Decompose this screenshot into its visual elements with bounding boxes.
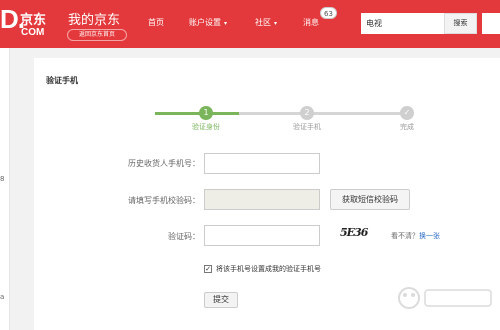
get-sms-code-button[interactable]: 获取短信校验码 [330,189,410,210]
logo-jd-text: 京东 [20,13,47,28]
captcha-refresh-prefix: 看不清？ [391,232,419,240]
sidebar-edge-text: 8 [0,175,5,183]
back-home-button[interactable]: 返回京东首页 [67,29,127,41]
nav-account-settings-label: 账户设置 [189,18,221,27]
jd-logo[interactable]: D. 京东 COM [0,0,64,48]
set-phone-checkbox-label: 将该手机号设置成我的验证手机号 [216,265,321,273]
sms-code-label: 请填写手机校验码： [128,196,200,205]
nav-community[interactable]: 社区 ▾ [255,18,277,29]
step-1-circle: 1 [199,106,213,120]
chevron-down-icon: ▾ [224,20,228,27]
captcha-label: 验证码： [168,232,200,241]
panel-title: 验证手机 [46,76,78,85]
nav-home[interactable]: 首页 [148,18,164,28]
header-right-edge [482,13,500,34]
captcha-input[interactable] [204,225,320,246]
step-1-label: 验证身份 [192,123,220,131]
baidu-watermark-icon [398,287,492,309]
history-phone-input[interactable] [204,153,320,174]
search-input[interactable] [362,14,443,33]
history-phone-label: 历史收货人手机号： [128,159,200,168]
step-3-label: 完成 [400,123,414,131]
my-jd-title: 我的京东 [68,13,121,28]
sidebar-edge-text: a [0,293,5,301]
submit-button[interactable]: 提交 [204,292,238,308]
search-box [361,13,444,34]
set-phone-checkbox[interactable]: ✓ [204,265,212,273]
nav-messages[interactable]: 消息 [303,18,319,28]
step-line-inactive [239,112,405,115]
logo-com-text: COM [21,27,45,38]
chevron-down-icon: ▾ [274,20,278,27]
step-2-label: 验证手机 [293,123,321,131]
message-count-badge: 63 [320,7,337,19]
captcha-image[interactable]: 5E36 [340,226,370,242]
captcha-refresh: 看不清？换一张 [391,231,440,241]
nav-community-label: 社区 [255,18,271,27]
left-sidebar-edge: 8 a [0,48,10,330]
step-3-check-icon: ✓ [400,106,414,120]
nav-account-settings[interactable]: 账户设置 ▾ [189,18,227,29]
captcha-refresh-link[interactable]: 换一张 [419,232,440,240]
step-line-active [155,112,239,115]
step-2-circle: 2 [300,106,314,120]
search-button[interactable]: 搜索 [444,13,477,34]
sms-code-input[interactable] [204,189,320,210]
top-header: D. 京东 COM 我的京东 返回京东首页 首页 账户设置 ▾ 社区 ▾ 消息 63… [0,0,500,48]
